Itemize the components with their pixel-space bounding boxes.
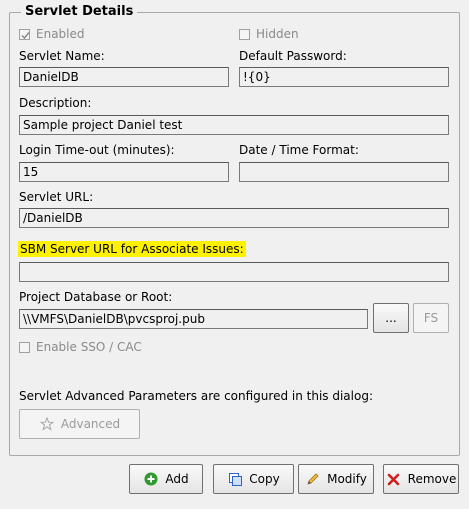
remove-button[interactable]: Remove [383, 464, 459, 494]
checkmark-icon [21, 31, 30, 39]
login-timeout-input[interactable]: 15 [19, 162, 229, 182]
fs-button[interactable]: FS [413, 303, 449, 333]
advanced-note: Servlet Advanced Parameters are configur… [19, 389, 373, 403]
default-password-input[interactable]: !{0} [239, 67, 449, 87]
description-label: Description: [19, 96, 92, 110]
copy-button[interactable]: Copy [213, 464, 294, 494]
browse-button[interactable]: ... [373, 303, 409, 333]
x-icon [386, 471, 402, 487]
advanced-button-label: Advanced [60, 417, 121, 431]
add-label: Add [165, 472, 189, 486]
default-password-label: Default Password: [239, 49, 347, 63]
enabled-label: Enabled [36, 27, 85, 41]
sbm-server-url-label: SBM Server URL for Associate Issues: [18, 241, 246, 257]
star-icon [39, 416, 55, 432]
project-db-label: Project Database or Root: [19, 290, 173, 304]
modify-label: Modify [327, 472, 367, 486]
servlet-name-input[interactable]: DanielDB [19, 67, 229, 87]
enabled-check-box [19, 28, 30, 40]
copy-icon [227, 471, 243, 487]
pencil-icon [305, 471, 321, 487]
login-timeout-label: Login Time-out (minutes): [19, 143, 175, 157]
servlet-url-label: Servlet URL: [19, 190, 94, 204]
description-input[interactable]: Sample project Daniel test [19, 115, 449, 135]
hidden-check-box [239, 28, 250, 40]
remove-label: Remove [407, 472, 457, 486]
sso-check-box [19, 341, 30, 353]
project-db-input[interactable]: \\VMFS\DanielDB\pvcsproj.pub [19, 309, 368, 329]
groupbox-title: Servlet Details [21, 4, 138, 19]
date-time-format-input[interactable] [239, 162, 449, 182]
enabled-checkbox[interactable]: Enabled [19, 27, 85, 41]
hidden-label: Hidden [256, 27, 299, 41]
date-time-format-label: Date / Time Format: [239, 143, 359, 157]
modify-button[interactable]: Modify [298, 464, 374, 494]
servlet-url-input[interactable]: /DanielDB [19, 208, 449, 228]
advanced-button[interactable]: Advanced [19, 409, 140, 439]
add-button[interactable]: Add [129, 464, 203, 494]
copy-label: Copy [249, 472, 280, 486]
enable-sso-label: Enable SSO / CAC [36, 340, 142, 354]
servlet-name-label: Servlet Name: [19, 49, 105, 63]
sbm-server-url-input[interactable] [19, 262, 449, 282]
enable-sso-checkbox[interactable]: Enable SSO / CAC [19, 340, 142, 354]
hidden-checkbox[interactable]: Hidden [239, 27, 299, 41]
plus-circle-icon [143, 471, 159, 487]
